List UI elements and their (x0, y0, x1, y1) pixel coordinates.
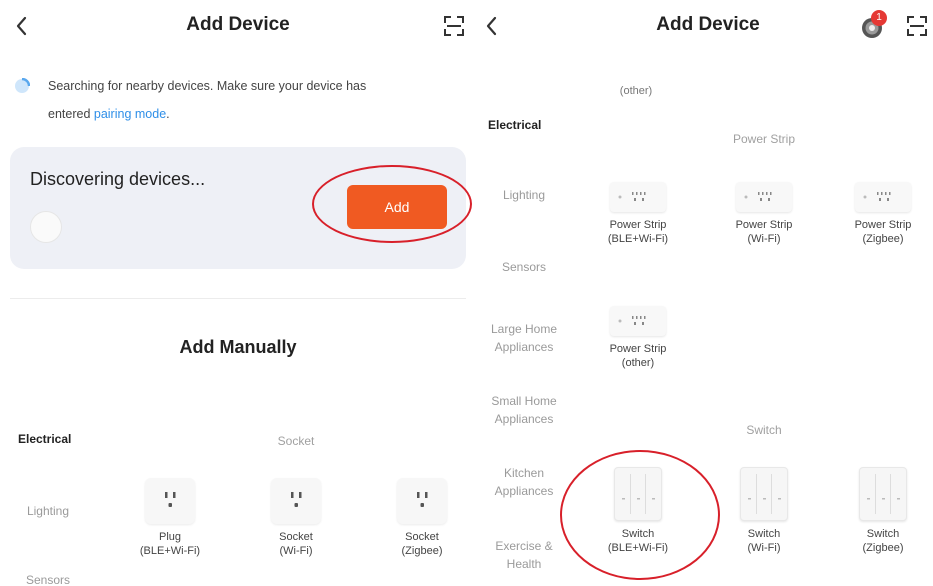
search-spinner-icon (14, 77, 31, 99)
device-name: Power Strip (609, 343, 667, 355)
category-electrical[interactable]: Electrical (18, 430, 71, 448)
device-name: Socket (405, 531, 439, 543)
device-label: Switch (Wi-Fi) (714, 527, 814, 555)
device-tile-switch-zigbee[interactable]: Switch (Zigbee) (833, 467, 933, 555)
device-label: Plug (BLE+Wi-Fi) (120, 530, 220, 558)
device-label: Power Strip (Zigbee) (833, 218, 933, 246)
device-protocol: (other) (621, 357, 655, 369)
power-strip-icon (855, 182, 911, 212)
scan-button[interactable] (443, 15, 465, 37)
device-name: Plug (158, 531, 182, 543)
socket-icon (397, 478, 447, 524)
device-name: Power Strip (609, 219, 667, 231)
switch-icon (859, 467, 907, 521)
device-label: Switch (Zigbee) (833, 527, 933, 555)
device-tile-switch-wifi[interactable]: Switch (Wi-Fi) (714, 467, 814, 555)
category-exercise-health[interactable]: Exercise & Health (476, 537, 572, 573)
device-tile-power-strip-wifi[interactable]: Power Strip (Wi-Fi) (714, 182, 814, 246)
search-message-prefix: entered (48, 107, 94, 121)
notification-button[interactable]: 1 (860, 10, 888, 40)
scan-frame-icon (907, 16, 927, 36)
category-label-line1: Exercise & (495, 539, 553, 553)
category-label-line1: Small Home (491, 394, 557, 408)
category-label: Electrical (488, 118, 542, 132)
device-name: Socket (279, 531, 313, 543)
left-phone-screen: Add Device Searching for nearby devices.… (0, 0, 476, 586)
device-label: Socket (Wi-Fi) (246, 530, 346, 558)
plug-icon (145, 478, 195, 524)
device-tile-socket-zigbee[interactable]: Socket (Zigbee) (372, 478, 472, 558)
device-tile-power-strip-ble-wifi[interactable]: Power Strip (BLE+Wi-Fi) (588, 182, 688, 246)
device-name: Switch (866, 528, 900, 540)
add-manually-heading: Add Manually (179, 337, 297, 357)
annotation-circle-add (312, 165, 472, 243)
switch-icon (740, 467, 788, 521)
power-strip-icon (610, 306, 666, 336)
device-label: Power Strip (BLE+Wi-Fi) (588, 218, 688, 246)
device-tile-power-strip-zigbee[interactable]: Power Strip (Zigbee) (833, 182, 933, 246)
device-name: Power Strip (854, 219, 912, 231)
socket-icon (271, 478, 321, 524)
search-message-line1: Searching for nearby devices. Make sure … (48, 79, 367, 93)
category-lighting[interactable]: Lighting (482, 186, 566, 204)
search-message-suffix: . (166, 107, 170, 121)
device-protocol: (Zigbee) (401, 545, 443, 557)
annotation-circle-switch (560, 450, 720, 580)
group-title-power-strip: Power Strip (732, 132, 796, 146)
device-protocol: (Wi-Fi) (747, 542, 781, 554)
category-sensors[interactable]: Sensors (482, 258, 566, 276)
category-label-line1: Large Home (490, 322, 558, 336)
device-name: Power Strip (735, 219, 793, 231)
category-sensors[interactable]: Sensors (18, 571, 78, 586)
discovered-device-icon (30, 211, 62, 243)
device-label: Power Strip (Wi-Fi) (714, 218, 814, 246)
category-label-line2: Appliances (494, 412, 554, 426)
device-tile-plug[interactable]: Plug (BLE+Wi-Fi) (120, 478, 220, 558)
power-strip-icon (736, 182, 792, 212)
section-divider (10, 298, 466, 299)
scan-button[interactable] (906, 15, 928, 37)
category-label-line2: Appliances (494, 340, 554, 354)
page-title: Add Device (656, 14, 760, 35)
device-protocol: (Wi-Fi) (279, 545, 313, 557)
category-label-line2: Appliances (494, 484, 554, 498)
category-lighting[interactable]: Lighting (18, 502, 78, 520)
category-label: Lighting (502, 188, 546, 202)
device-protocol: (Zigbee) (862, 542, 904, 554)
device-protocol: (Wi-Fi) (747, 233, 781, 245)
device-label: Power Strip (other) (588, 342, 688, 370)
chevron-left-icon (486, 16, 497, 36)
chevron-left-icon (16, 16, 27, 36)
category-electrical[interactable]: Electrical (488, 116, 541, 134)
cut-off-label: (other) (619, 85, 653, 97)
group-title-socket: Socket (277, 434, 315, 448)
discovering-title: Discovering devices... (30, 169, 206, 189)
device-protocol: (Zigbee) (862, 233, 904, 245)
right-phone-screen: Add Device 1 (other) Electrical Lighting… (476, 0, 933, 586)
power-strip-icon (610, 182, 666, 212)
pairing-mode-link[interactable]: pairing mode (94, 107, 166, 121)
device-tile-power-strip-other[interactable]: Power Strip (other) (588, 306, 688, 370)
category-kitchen-appliances[interactable]: Kitchen Appliances (476, 464, 572, 500)
device-protocol: (BLE+Wi-Fi) (607, 233, 669, 245)
group-title-switch: Switch (746, 423, 782, 437)
search-message-line2: entered pairing mode. (48, 107, 170, 121)
device-tile-socket-wifi[interactable]: Socket (Wi-Fi) (246, 478, 346, 558)
device-label: Socket (Zigbee) (372, 530, 472, 558)
back-button[interactable] (10, 12, 34, 40)
device-name: Switch (747, 528, 781, 540)
category-label: Sensors (501, 260, 547, 274)
category-label-line2: Health (506, 557, 542, 571)
notification-badge: 1 (871, 10, 887, 26)
category-small-home-appliances[interactable]: Small Home Appliances (476, 392, 572, 428)
category-large-home-appliances[interactable]: Large Home Appliances (476, 320, 572, 356)
back-button[interactable] (480, 12, 504, 40)
scan-frame-icon (444, 16, 464, 36)
page-title: Add Device (186, 14, 290, 35)
category-label-line1: Kitchen (503, 466, 545, 480)
device-protocol: (BLE+Wi-Fi) (139, 545, 201, 557)
